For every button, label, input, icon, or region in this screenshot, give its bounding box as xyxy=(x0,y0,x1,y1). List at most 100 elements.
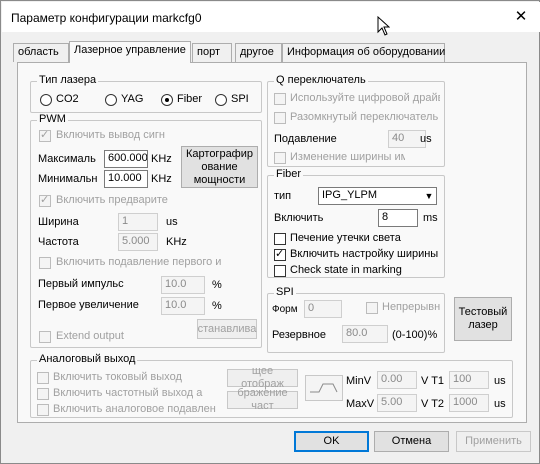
spi-reserve-label: Резервное xyxy=(272,329,327,341)
fiber-enable-input[interactable]: 8 xyxy=(378,209,418,227)
open-switch-checkbox[interactable] xyxy=(274,112,286,124)
continuous-checkbox[interactable] xyxy=(366,302,378,314)
min-freq-label: Минимальн xyxy=(38,173,98,185)
enable-freq-label: Включить частотный выход а xyxy=(53,387,203,399)
t1-input[interactable]: 100 xyxy=(449,371,489,389)
change-width-label: Изменение ширины имп xyxy=(290,151,405,163)
enable-current-label: Включить токовый выход xyxy=(53,371,182,383)
spi-reserve-range: (0-100)% xyxy=(392,329,438,341)
check-state-label: Check state in marking xyxy=(290,264,402,276)
enable-output-checkbox[interactable]: ✓ xyxy=(39,129,51,142)
width-input[interactable]: 1 xyxy=(118,213,158,231)
leak-treatment-label: Печение утечки света xyxy=(290,232,401,244)
frequency-input[interactable]: 5.000 xyxy=(118,233,158,251)
fiber-enable-label: Включить xyxy=(274,212,324,224)
window-title: Параметр конфигурации markcfg0 xyxy=(11,11,202,25)
radio-co2[interactable] xyxy=(40,94,52,106)
apply-button[interactable]: Применить xyxy=(456,431,531,452)
frequency-label: Частота xyxy=(38,236,79,248)
suppress-first-checkbox[interactable] xyxy=(39,257,51,269)
cancel-button[interactable]: Отмена xyxy=(374,431,449,452)
continuous-label: Непрерывн xyxy=(382,301,441,313)
laser-control-panel: Тип лазера CO2 YAG Fiber SPI PWM ✓ Включ… xyxy=(17,62,527,423)
power-mapping-button[interactable]: Картографир ование мощности xyxy=(181,146,258,188)
first-pulse-label: Первый импульс xyxy=(38,278,124,290)
config-dialog: Параметр конфигурации markcfg0 ✕ область… xyxy=(0,0,540,464)
spi-reserve-input[interactable]: 80.0 xyxy=(342,325,388,343)
width-label: Ширина xyxy=(38,216,79,228)
change-width-checkbox[interactable] xyxy=(274,152,286,164)
max-freq-label: Максималь xyxy=(38,153,96,165)
enable-preliminary-label: Включить предварите xyxy=(56,194,168,206)
suppression-label: Подавление xyxy=(274,133,337,145)
group-title: Аналоговый выход xyxy=(37,353,138,365)
group-title: Тип лазера xyxy=(37,74,99,86)
tab-label: область xyxy=(18,46,59,58)
radio-fiber[interactable] xyxy=(161,94,173,106)
radio-label: Fiber xyxy=(177,93,203,105)
group-title: SPI xyxy=(274,286,296,298)
radio-yag[interactable] xyxy=(105,94,117,106)
chevron-down-icon: ▼ xyxy=(421,188,436,204)
waveform-icon xyxy=(305,375,343,401)
open-switch-label: Разомкнутый переключатель xyxy=(290,111,439,123)
tab-laser-control[interactable]: Лазерное управление xyxy=(69,41,191,63)
fiber-type-label: тип xyxy=(274,190,292,202)
spi-group: SPI Форм 0 Непрерывн Резервное 80.0 (0-1… xyxy=(267,286,445,353)
ok-button[interactable]: OK xyxy=(294,431,369,452)
analog-output-group: Аналоговый выход Включить токовый выход … xyxy=(30,353,513,418)
tab-label: Информация об оборудовании xyxy=(287,46,446,58)
test-laser-button[interactable]: Тестовый лазер xyxy=(454,297,512,341)
use-digital-checkbox[interactable] xyxy=(274,93,286,105)
min-freq-input[interactable]: 10.000 xyxy=(104,170,148,188)
max-freq-input[interactable]: 600.000 xyxy=(104,150,148,168)
enable-width-setting-checkbox[interactable]: ✓ xyxy=(274,248,286,261)
minv-label: MinV xyxy=(346,375,372,387)
mouse-cursor-icon xyxy=(377,16,390,36)
group-title: PWM xyxy=(37,113,68,125)
max-freq-unit: KHz xyxy=(151,153,172,165)
t2-input[interactable]: 1000 xyxy=(449,394,489,412)
tab-label: порт xyxy=(197,46,220,58)
spi-form-input[interactable]: 0 xyxy=(304,300,342,318)
t1-unit: us xyxy=(494,375,506,387)
display-button-1[interactable]: щее отображ xyxy=(227,365,298,390)
min-freq-unit: KHz xyxy=(151,173,172,185)
tab-area[interactable]: область xyxy=(13,43,69,62)
radio-spi[interactable] xyxy=(215,94,227,106)
tab-port[interactable]: порт xyxy=(192,43,232,62)
first-pulse-unit: % xyxy=(212,279,222,291)
check-state-checkbox[interactable] xyxy=(274,265,286,277)
laser-type-group: Тип лазера CO2 YAG Fiber SPI xyxy=(30,74,262,113)
use-digital-label: Используйте цифровой драйв xyxy=(290,92,440,104)
extend-output-checkbox[interactable] xyxy=(39,331,51,343)
close-icon[interactable]: ✕ xyxy=(512,8,530,26)
maxv-label: MaxV xyxy=(346,398,375,410)
enable-freq-checkbox[interactable] xyxy=(37,388,49,400)
minv-input[interactable]: 0.00 xyxy=(377,371,417,389)
title-bar: Параметр конфигурации markcfg0 ✕ xyxy=(2,2,540,32)
first-pulse-input[interactable]: 10.0 xyxy=(161,276,205,294)
leak-treatment-checkbox[interactable] xyxy=(274,233,286,245)
first-increase-input[interactable]: 10.0 xyxy=(161,297,205,315)
q-switch-group: Q переключатель Используйте цифровой дра… xyxy=(267,74,445,167)
first-increase-label: Первое увеличение xyxy=(38,299,139,311)
first-increase-unit: % xyxy=(212,300,222,312)
tab-other[interactable]: другое xyxy=(235,43,282,62)
maxv-input[interactable]: 5.00 xyxy=(377,394,417,412)
fiber-group: Fiber тип IPG_YLPM ▼ Включить 8 ms Печен… xyxy=(267,168,445,278)
fiber-type-select[interactable]: IPG_YLPM ▼ xyxy=(318,187,437,205)
set-button[interactable]: станавлива xyxy=(197,319,257,339)
t2-label: V T2 xyxy=(421,398,445,410)
enable-output-label: Включить вывод сигн xyxy=(56,129,165,141)
enable-width-setting-label: Включить настройку ширины и xyxy=(290,248,442,260)
tab-hardware-info[interactable]: Информация об оборудовании xyxy=(282,43,445,62)
fiber-type-value: IPG_YLPM xyxy=(322,189,378,201)
display-button-2[interactable]: бражение част xyxy=(227,387,298,412)
tab-label: другое xyxy=(240,46,274,58)
enable-analog-suppress-checkbox[interactable] xyxy=(37,404,49,416)
enable-current-checkbox[interactable] xyxy=(37,372,49,384)
group-title: Q переключатель xyxy=(274,74,368,86)
enable-analog-suppress-label: Включить аналоговое подавлен xyxy=(53,403,216,415)
enable-preliminary-checkbox[interactable]: ✓ xyxy=(39,194,51,207)
